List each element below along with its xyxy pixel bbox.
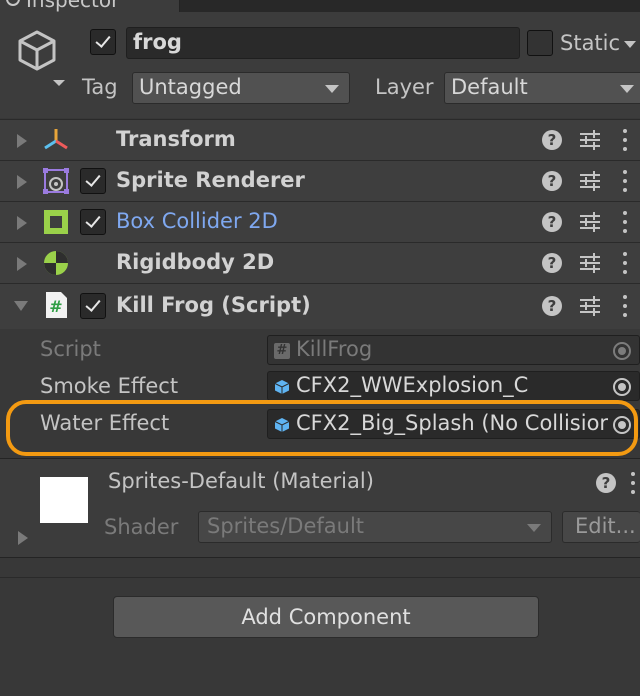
script-icon: # — [46, 292, 67, 318]
component-title: Box Collider 2D — [116, 209, 278, 233]
tab-inspector[interactable]: Inspector — [0, 0, 180, 12]
chevron-down-icon — [527, 524, 541, 532]
foldout-arrow-icon[interactable] — [18, 531, 28, 545]
script-field: # KillFrog — [267, 335, 640, 365]
shader-edit-button[interactable]: Edit... — [562, 511, 640, 543]
context-menu-icon[interactable] — [622, 129, 628, 151]
static-checkbox[interactable] — [527, 30, 553, 56]
prefab-icon — [274, 418, 290, 432]
shader-dropdown: Sprites/Default — [198, 511, 552, 543]
material-name: Sprites-Default (Material) — [108, 469, 374, 493]
smoke-effect-label: Smoke Effect — [40, 374, 179, 398]
help-icon[interactable]: ? — [542, 296, 562, 316]
chevron-down-icon — [620, 85, 634, 93]
context-menu-icon[interactable] — [622, 170, 628, 192]
script-field-label: Script — [40, 337, 101, 361]
tab-strip: Inspector — [0, 0, 640, 12]
smoke-effect-value: CFX2_WWExplosion_C — [296, 373, 529, 397]
help-icon[interactable]: ? — [542, 212, 562, 232]
gameobject-cube-icon[interactable] — [16, 28, 70, 92]
inspector-tab-icon — [6, 0, 20, 6]
layer-value: Default — [451, 75, 528, 99]
foldout-arrow-icon[interactable] — [14, 301, 28, 311]
component-enabled-checkbox[interactable] — [80, 168, 106, 194]
check-icon — [85, 171, 101, 187]
smoke-effect-field[interactable]: CFX2_WWExplosion_C — [267, 371, 640, 401]
help-icon[interactable]: ? — [542, 171, 562, 191]
layer-label: Layer — [375, 75, 434, 99]
component-enabled-checkbox[interactable] — [80, 293, 106, 319]
object-picker-icon[interactable] — [613, 378, 631, 396]
component-title: Transform — [116, 127, 236, 151]
rigidbody-icon — [44, 251, 68, 275]
tag-label: Tag — [82, 75, 118, 99]
component-sprite-renderer[interactable]: Sprite Renderer ? — [0, 160, 640, 201]
check-icon — [85, 296, 101, 312]
presets-icon[interactable] — [580, 253, 600, 273]
water-effect-label: Water Effect — [40, 411, 170, 435]
component-enabled-checkbox[interactable] — [80, 209, 106, 235]
gameobject-header: frog Static Tag Untagged Layer Default — [0, 12, 640, 118]
active-checkbox[interactable] — [90, 29, 116, 55]
component-kill-frog-script[interactable]: # Kill Frog (Script) ? — [0, 283, 640, 329]
script-value: KillFrog — [296, 337, 373, 361]
object-picker-icon — [613, 342, 631, 360]
box-collider-icon — [44, 210, 68, 234]
prefab-icon — [274, 380, 290, 394]
component-title: Kill Frog (Script) — [116, 293, 311, 317]
context-menu-icon[interactable] — [622, 252, 628, 274]
component-rigidbody-2d[interactable]: Rigidbody 2D ? — [0, 242, 640, 283]
check-icon — [85, 212, 101, 228]
tag-dropdown[interactable]: Untagged — [132, 72, 350, 104]
help-icon[interactable]: ? — [542, 130, 562, 150]
context-menu-icon[interactable] — [630, 472, 636, 494]
material-section: Sprites-Default (Material) ? Shader Spri… — [0, 458, 640, 558]
static-dropdown-icon[interactable] — [624, 41, 636, 48]
help-icon[interactable]: ? — [596, 473, 616, 493]
shader-label: Shader — [104, 515, 179, 539]
layer-dropdown[interactable]: Default — [444, 72, 640, 104]
object-picker-icon[interactable] — [613, 416, 631, 434]
script-properties: Script # KillFrog Smoke Effect CFX2_WWEx… — [0, 329, 640, 457]
foldout-arrow-icon[interactable] — [17, 216, 27, 230]
component-title: Sprite Renderer — [116, 168, 305, 192]
presets-icon[interactable] — [580, 296, 600, 316]
foldout-arrow-icon[interactable] — [17, 134, 27, 148]
presets-icon[interactable] — [580, 171, 600, 191]
divider — [0, 577, 640, 578]
tag-value: Untagged — [139, 75, 242, 99]
static-label: Static — [560, 31, 621, 55]
presets-icon[interactable] — [580, 130, 600, 150]
name-field[interactable]: frog — [126, 27, 520, 59]
help-icon[interactable]: ? — [542, 253, 562, 273]
transform-icon — [44, 129, 68, 150]
water-effect-value: CFX2_Big_Splash (No Collisior — [296, 411, 609, 435]
foldout-arrow-icon[interactable] — [17, 175, 27, 189]
add-component-button[interactable]: Add Component — [113, 596, 539, 638]
shader-value: Sprites/Default — [207, 514, 365, 538]
sprite-renderer-icon — [43, 168, 69, 194]
check-icon — [95, 32, 111, 48]
foldout-arrow-icon[interactable] — [17, 257, 27, 271]
context-menu-icon[interactable] — [622, 295, 628, 317]
component-title: Rigidbody 2D — [116, 250, 275, 274]
component-box-collider-2d[interactable]: Box Collider 2D ? — [0, 201, 640, 242]
tab-label: Inspector — [26, 0, 120, 12]
script-file-icon: # — [274, 343, 290, 359]
water-effect-field[interactable]: CFX2_Big_Splash (No Collisior — [267, 409, 640, 439]
edit-label: Edit... — [575, 514, 636, 538]
name-value: frog — [133, 30, 182, 54]
component-transform[interactable]: Transform ? — [0, 119, 640, 160]
chevron-down-icon — [325, 85, 339, 93]
material-preview[interactable] — [40, 477, 88, 523]
svg-text:#: # — [49, 297, 62, 316]
context-menu-icon[interactable] — [622, 211, 628, 233]
presets-icon[interactable] — [580, 212, 600, 232]
